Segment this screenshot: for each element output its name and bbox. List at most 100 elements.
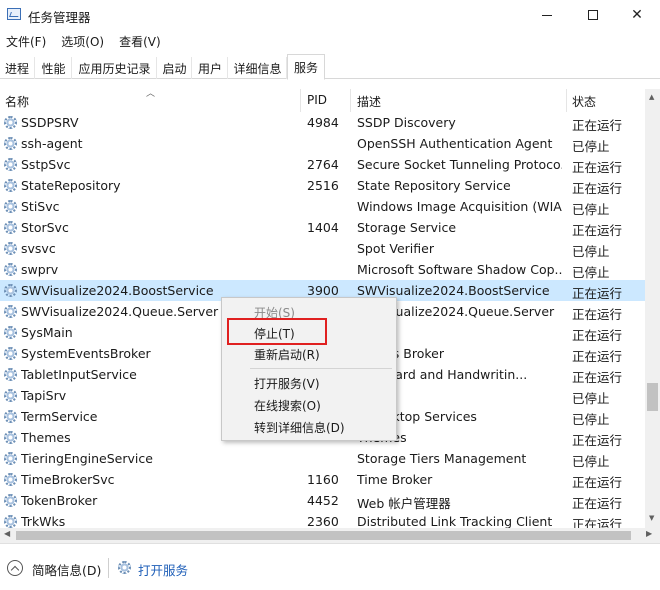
service-gear-icon <box>4 305 17 318</box>
service-status: 已停止 <box>572 202 610 217</box>
service-status: 正在运行 <box>572 517 623 528</box>
service-row[interactable]: StorSvc 1404 Storage Service 正在运行 <box>0 217 645 238</box>
service-gear-icon <box>4 179 17 192</box>
tab-startup[interactable]: 启动 <box>158 57 192 79</box>
scroll-up-icon[interactable]: ▲ <box>649 93 654 101</box>
service-gear-icon <box>4 410 17 423</box>
service-description: SWVisualize2024.BoostService <box>357 283 550 298</box>
tab-services[interactable]: 服务 <box>287 54 325 80</box>
sort-ascending-icon: ︿ <box>146 89 156 99</box>
column-description[interactable]: 描述 <box>352 89 565 112</box>
service-status: 已停止 <box>572 412 610 427</box>
context-separator <box>250 368 392 369</box>
service-status: 已停止 <box>572 391 610 406</box>
service-row[interactable]: StiSvc Windows Image Acquisition (WIA) 已停止 <box>0 196 645 217</box>
menu-view[interactable]: 查看(V) <box>113 31 167 51</box>
scroll-down-icon[interactable]: ▼ <box>649 514 654 522</box>
service-name: svsvc <box>21 241 56 256</box>
service-description: Spot Verifier <box>357 241 434 256</box>
service-description: Storage Service <box>357 220 457 235</box>
title-bar: 任务管理器 ✕ <box>0 0 660 30</box>
service-status: 已停止 <box>572 244 610 259</box>
service-status: 正在运行 <box>572 181 623 196</box>
service-gear-icon <box>4 368 17 381</box>
service-pid: 4984 <box>307 115 339 130</box>
service-name: StorSvc <box>21 220 69 235</box>
service-row[interactable]: TrkWks 2360 Distributed Link Tracking Clie… <box>0 511 645 528</box>
tab-performance[interactable]: 性能 <box>36 57 72 79</box>
service-gear-icon <box>4 347 17 360</box>
context-search-online[interactable]: 在线搜索(O) <box>254 397 321 414</box>
stop-highlight-box <box>227 318 327 345</box>
tab-processes[interactable]: 进程 <box>0 57 35 79</box>
service-gear-icon <box>4 494 17 507</box>
column-status[interactable]: 状态 <box>567 89 645 112</box>
column-pid[interactable]: PID <box>302 89 350 112</box>
vertical-scroll-thumb[interactable] <box>647 383 658 411</box>
minimize-icon <box>542 14 552 16</box>
scroll-right-icon[interactable]: ▶ <box>646 529 652 538</box>
fewer-details-button[interactable]: 简略信息(D) <box>32 560 101 579</box>
context-open-services[interactable]: 打开服务(V) <box>254 375 320 392</box>
context-restart[interactable]: 重新启动(R) <box>254 346 320 363</box>
column-separator[interactable] <box>350 89 351 112</box>
tab-users[interactable]: 用户 <box>193 57 228 79</box>
service-gear-icon <box>4 452 17 465</box>
service-name: SSDPSRV <box>21 115 79 130</box>
service-row[interactable]: swprv Microsoft Software Shadow Cop... 已停止 <box>0 259 645 280</box>
collapse-up-icon[interactable] <box>7 560 23 576</box>
service-status: 正在运行 <box>572 307 623 322</box>
horizontal-scroll-thumb[interactable] <box>16 531 631 540</box>
service-description: Windows Image Acquisition (WIA) <box>357 199 562 214</box>
menu-bar: 文件(F) 选项(O) 查看(V) <box>0 31 170 51</box>
close-button[interactable]: ✕ <box>614 0 660 30</box>
scroll-left-icon[interactable]: ◀ <box>4 529 10 538</box>
service-row[interactable]: SSDPSRV 4984 SSDP Discovery 正在运行 <box>0 112 645 133</box>
service-name: ssh-agent <box>21 136 83 151</box>
service-name: TimeBrokerSvc <box>21 472 115 487</box>
service-name: StiSvc <box>21 199 60 214</box>
services-gear-icon[interactable] <box>118 561 131 574</box>
service-row[interactable]: TimeBrokerSvc 1160 Time Broker 正在运行 <box>0 469 645 490</box>
service-name: SWVisualize2024.BoostService <box>21 283 214 298</box>
service-description: Storage Tiers Management <box>357 451 527 466</box>
service-row[interactable]: SstpSvc 2764 Secure Socket Tunneling Proto… <box>0 154 645 175</box>
vertical-scrollbar[interactable] <box>645 89 660 528</box>
maximize-button[interactable] <box>570 0 616 30</box>
service-row[interactable]: TieringEngineService Storage Tiers Manage… <box>0 448 645 469</box>
service-status: 正在运行 <box>572 160 623 175</box>
open-services-link[interactable]: 打开服务 <box>138 560 188 579</box>
service-status: 正在运行 <box>572 475 623 490</box>
service-gear-icon <box>4 221 17 234</box>
context-goto-details[interactable]: 转到详细信息(D) <box>254 419 345 436</box>
menu-options[interactable]: 选项(O) <box>55 31 110 51</box>
service-gear-icon <box>4 431 17 444</box>
service-status: 正在运行 <box>572 349 623 364</box>
service-row[interactable]: StateRepository 2516 State Repository Serv… <box>0 175 645 196</box>
service-status: 正在运行 <box>572 370 623 385</box>
tab-app-history[interactable]: 应用历史记录 <box>73 57 157 79</box>
menu-file[interactable]: 文件(F) <box>0 31 52 51</box>
service-status: 正在运行 <box>572 118 623 133</box>
service-pid: 3900 <box>307 283 339 298</box>
column-header: 名称 PID 描述 状态 <box>0 89 645 112</box>
tab-details[interactable]: 详细信息 <box>229 57 287 79</box>
service-gear-icon <box>4 263 17 276</box>
service-status: 正在运行 <box>572 496 623 511</box>
service-gear-icon <box>4 284 17 297</box>
service-status: 正在运行 <box>572 328 623 343</box>
service-status: 正在运行 <box>572 286 623 301</box>
service-pid: 1404 <box>307 220 339 235</box>
service-row[interactable]: ssh-agent OpenSSH Authentication Agent 已停止 <box>0 133 645 154</box>
service-gear-icon <box>4 137 17 150</box>
maximize-icon <box>588 10 598 20</box>
service-row[interactable]: svsvc Spot Verifier 已停止 <box>0 238 645 259</box>
minimize-button[interactable] <box>524 0 570 30</box>
service-gear-icon <box>4 473 17 486</box>
service-status: 已停止 <box>572 454 610 469</box>
close-icon: ✕ <box>631 7 643 23</box>
service-row[interactable]: TokenBroker 4452 Web 帐户管理器 正在运行 <box>0 490 645 511</box>
service-description: SSDP Discovery <box>357 115 456 130</box>
column-separator[interactable] <box>300 89 301 112</box>
task-manager-icon <box>7 8 21 20</box>
